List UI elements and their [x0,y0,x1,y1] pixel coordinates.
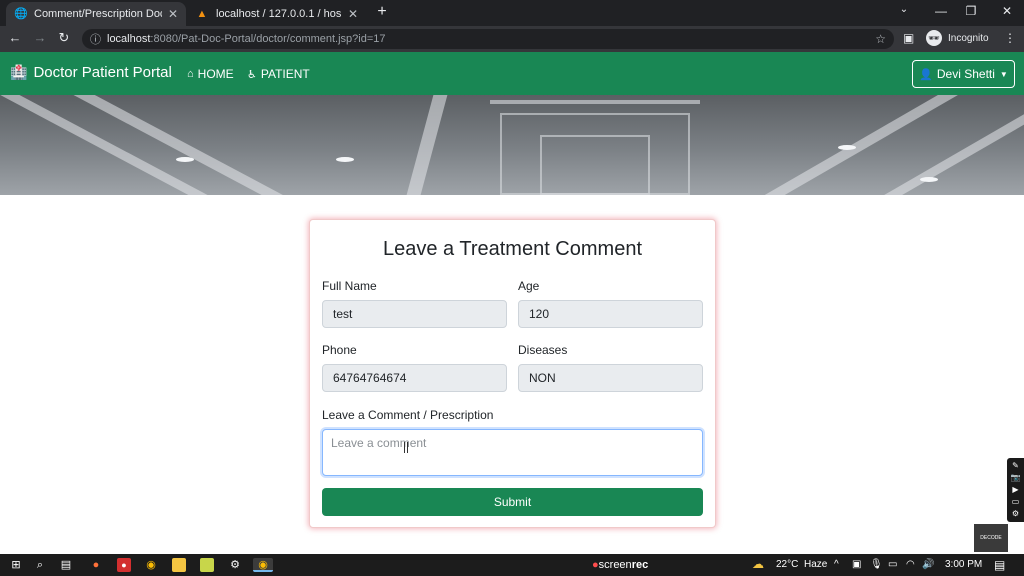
phone-label: Phone [322,343,357,357]
screenrec-brand-b: rec [631,559,649,571]
comment-form-card: Leave a Treatment Comment Full Name test… [309,219,716,528]
wheelchair-icon: ♿ [247,68,257,81]
user-dropdown-button[interactable]: 👤 Devi Shetti ▼ [912,60,1015,88]
comment-label: Leave a Comment / Prescription [322,408,494,422]
close-tab-icon[interactable]: ✕ [348,7,358,21]
wifi-icon[interactable]: ◠ [906,559,915,570]
site-info-icon[interactable]: ⓘ [90,31,101,47]
tray-chevron-up-icon[interactable]: ^ [834,559,839,570]
hospital-icon: 🏥 [10,64,28,80]
nav-patient[interactable]: ♿ PATIENT [247,67,310,81]
weather-temp[interactable]: 22°C [776,559,798,570]
browser-tab-strip: 🌐 Comment/Prescription Doctor ✕ ▲ localh… [0,0,1024,26]
address-bar[interactable]: ⓘ localhost:8080/Pat-Doc-Portal/doctor/c… [82,29,894,49]
tab-title: localhost / 127.0.0.1 / hospital / c [216,8,342,20]
nav-home-label: HOME [197,67,234,81]
close-tab-icon[interactable]: ✕ [168,7,178,21]
incognito-icon: 🕶 [926,30,942,46]
camera-icon[interactable]: 📷 [1007,472,1024,484]
microphone-icon[interactable]: 🎙 [870,559,883,570]
clock-time[interactable]: 3:00 PM [945,559,982,570]
firefox-icon[interactable]: ● [89,558,103,572]
battery-icon[interactable]: ▭ [888,559,897,570]
side-panel-icon[interactable]: ▣ [903,31,914,45]
phpmyadmin-icon: ▲ [196,8,208,20]
user-icon: 👤 [919,68,933,81]
app-navbar: 🏥 Doctor Patient Portal ⌂ HOME ♿ PATIENT… [0,52,1024,95]
windows-taskbar: ⊞ ⌕ ▤ ● ● ◉ ⚙ ◉ ●screenrec ☁ 22°C Haze ^… [0,554,1024,576]
search-icon[interactable]: ⌕ [33,558,47,572]
url-host: localhost [107,33,151,45]
full-name-field: test [322,300,507,328]
url-path: :8080/Pat-Doc-Portal/doctor/comment.jsp?… [150,33,386,45]
restore-icon[interactable]: ❐ [962,4,980,18]
bookmark-star-icon[interactable]: ☆ [875,32,886,46]
home-icon: ⌂ [187,68,194,80]
decode-watermark: DECODE [974,524,1008,552]
minimize-icon[interactable]: — [932,4,950,18]
tray-app-icon[interactable]: ▣ [852,559,861,570]
submit-button[interactable]: Submit [322,488,703,516]
forward-icon[interactable]: → [31,30,49,45]
chrome-active-icon[interactable]: ◉ [253,558,273,572]
tab-comment-prescription[interactable]: 🌐 Comment/Prescription Doctor ✕ [6,2,186,26]
new-tab-icon[interactable]: + [372,3,392,21]
file-explorer-icon[interactable] [172,558,186,572]
browser-toolbar: ← → ↻ ⓘ localhost:8080/Pat-Doc-Portal/do… [0,26,1024,52]
settings-gear-icon[interactable]: ⚙ [1007,508,1024,520]
menu-kebab-icon[interactable]: ⋮ [1004,31,1016,45]
weather-desc[interactable]: Haze [804,559,827,570]
volume-icon[interactable]: 🔊 [922,559,934,570]
recorder-app-icon[interactable]: ● [117,558,131,572]
nav-patient-label: PATIENT [260,67,310,81]
weather-icon: ☁ [752,557,764,571]
nav-home[interactable]: ⌂ HOME [187,67,234,81]
diseases-label: Diseases [518,343,568,357]
video-icon[interactable]: ▶ [1007,484,1024,496]
globe-icon: 🌐 [14,8,28,20]
notepad-icon[interactable] [200,558,214,572]
comment-textarea[interactable] [322,429,703,476]
chrome-icon[interactable]: ◉ [144,558,158,572]
caret-down-icon: ▼ [999,69,1008,79]
notifications-icon[interactable]: ▤ [994,558,1005,572]
text-cursor-icon [404,442,408,453]
reload-icon[interactable]: ↻ [55,30,73,46]
incognito-indicator[interactable]: 🕶 Incognito [926,30,989,46]
tab-phpmyadmin[interactable]: ▲ localhost / 127.0.0.1 / hospital / c ✕ [188,2,366,26]
card-title: Leave a Treatment Comment [382,238,642,260]
screenrec-brand-a: screen [598,559,632,571]
incognito-label: Incognito [948,32,989,44]
banner-image [0,95,1024,195]
screenrec-logo: ●screenrec [592,559,649,571]
age-field: 120 [518,300,703,328]
recorder-side-widget: ✎ 📷 ▶ ▭ ⚙ [1007,458,1024,522]
tab-title: Comment/Prescription Doctor [34,8,162,20]
full-name-label: Full Name [322,279,377,293]
draw-icon[interactable]: ✎ [1007,460,1024,472]
close-window-icon[interactable]: ✕ [998,4,1016,18]
gear-app-icon[interactable]: ⚙ [228,558,242,572]
brand-title: Doctor Patient Portal [33,64,172,81]
tab-search-icon[interactable]: ⌄ [895,4,913,15]
phone-field: 64764764674 [322,364,507,392]
task-view-icon[interactable]: ▤ [59,558,73,572]
age-label: Age [518,279,540,293]
window-icon[interactable]: ▭ [1007,496,1024,508]
windows-start-icon[interactable]: ⊞ [9,558,23,572]
user-name: Devi Shetti [936,67,995,81]
diseases-field: NON [518,364,703,392]
back-icon[interactable]: ← [6,30,24,45]
brand-link[interactable]: 🏥 Doctor Patient Portal [10,64,172,81]
